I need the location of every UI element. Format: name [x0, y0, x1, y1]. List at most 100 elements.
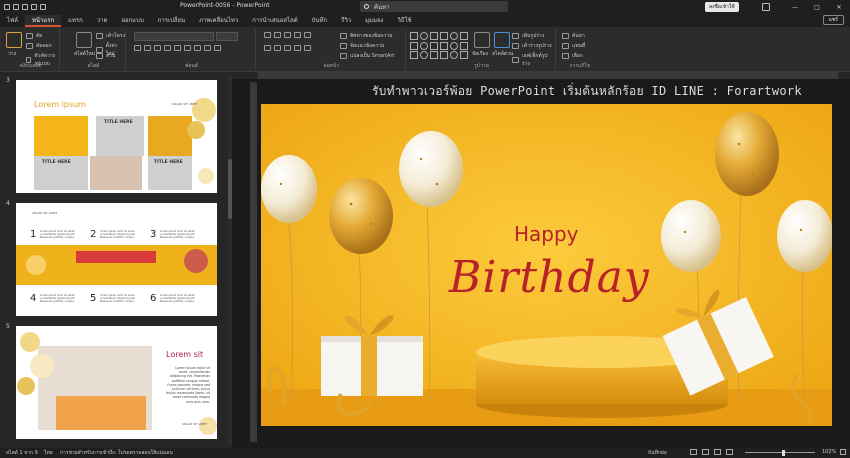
tab-6[interactable]: ภาพเคลื่อนไหว: [192, 15, 245, 27]
tab-0[interactable]: ไฟล์: [0, 15, 25, 27]
slide-sorter-icon[interactable]: [702, 449, 709, 455]
zoom-slider-thumb[interactable]: [782, 450, 785, 456]
shapes-gallery[interactable]: [410, 32, 472, 60]
tab-10[interactable]: มุมมอง: [358, 15, 390, 27]
undo-icon[interactable]: [22, 4, 28, 10]
align-left-icon[interactable]: [264, 45, 271, 51]
shape-fill-button[interactable]: เติมรูปร่าง: [512, 32, 544, 40]
shape-option[interactable]: [410, 51, 418, 60]
shape-option[interactable]: [420, 51, 428, 60]
tab-3[interactable]: วาด: [90, 15, 115, 27]
tab-5[interactable]: การเปลี่ยน: [151, 15, 192, 27]
align-text-button[interactable]: จัดแนวข้อความ: [340, 42, 384, 50]
cut-button[interactable]: ตัด: [26, 32, 43, 40]
shape-option[interactable]: [460, 32, 468, 40]
main-slide[interactable]: Happy Birthday: [261, 104, 832, 426]
share-button[interactable]: แชร์: [822, 15, 844, 25]
columns-icon[interactable]: [304, 45, 311, 51]
bullets-icon[interactable]: [264, 32, 271, 38]
justify-icon[interactable]: [294, 45, 301, 51]
section-button[interactable]: ส่วน: [96, 52, 115, 60]
shape-option[interactable]: [440, 51, 448, 60]
underline-icon[interactable]: [154, 45, 161, 51]
reading-view-icon[interactable]: [714, 449, 721, 455]
normal-view-icon[interactable]: [690, 449, 697, 455]
save-icon[interactable]: [13, 4, 19, 10]
accessibility-status[interactable]: การช่วยสำหรับการเข้าถึง: โปรดตรวจสอบให้แ…: [60, 449, 173, 457]
shape-option[interactable]: [460, 51, 468, 60]
slide-thumbnail-4[interactable]: SOLOR SIT AMET 1 2 3 4 5 6 Lorem ipsum d…: [16, 203, 217, 316]
line-spacing-icon[interactable]: [304, 32, 311, 38]
thumb4-num-2: 2: [90, 229, 97, 240]
slide-thumbnail-3[interactable]: Lorem ipsum SOLOR SIT AMET TITLE HERE TI…: [16, 80, 217, 193]
shape-option[interactable]: [440, 32, 448, 40]
shape-option[interactable]: [460, 41, 468, 50]
italic-icon[interactable]: [144, 45, 151, 51]
start-slideshow-icon[interactable]: [40, 4, 46, 10]
shape-option[interactable]: [450, 51, 458, 60]
thumb4-num-5: 5: [90, 293, 97, 304]
highlight-icon[interactable]: [204, 45, 211, 51]
new-slide-icon[interactable]: [76, 32, 92, 48]
shape-option[interactable]: [410, 41, 418, 50]
notes-button[interactable]: บันทึกย่อ: [648, 449, 667, 457]
shape-option[interactable]: [440, 41, 448, 50]
autosave-icon[interactable]: [4, 4, 10, 10]
layout-button[interactable]: เค้าโครง: [96, 32, 125, 40]
spacing-icon[interactable]: [184, 45, 191, 51]
shadow-icon[interactable]: [174, 45, 181, 51]
font-color-icon[interactable]: [214, 45, 221, 51]
close-button[interactable]: ✕: [828, 0, 850, 14]
tab-11[interactable]: วิธีใช้: [390, 15, 418, 27]
shape-option[interactable]: [450, 41, 458, 50]
tab-2[interactable]: แทรก: [61, 15, 90, 27]
zoom-slider[interactable]: [745, 452, 815, 453]
font-size-box[interactable]: [216, 32, 238, 41]
shape-option[interactable]: [420, 41, 428, 50]
tab-4[interactable]: ออกแบบ: [114, 15, 150, 27]
minimize-button[interactable]: —: [784, 0, 806, 14]
strikethrough-icon[interactable]: [164, 45, 171, 51]
thumb3-heading: Lorem ipsum: [34, 100, 86, 109]
font-name-box[interactable]: [134, 32, 214, 41]
numbering-icon[interactable]: [274, 32, 281, 38]
language-indicator[interactable]: ไทย: [44, 449, 53, 457]
ribbon-display-icon[interactable]: [762, 3, 770, 11]
shape-option[interactable]: [410, 32, 418, 40]
sign-in-button[interactable]: ลงชื่อเข้าใช้: [705, 2, 739, 12]
paste-icon[interactable]: [6, 32, 22, 48]
smartart-button[interactable]: แปลงเป็น SmartArt: [340, 52, 394, 60]
quick-styles-icon[interactable]: [494, 32, 510, 48]
search-box[interactable]: ค้นหา: [360, 1, 508, 12]
find-button[interactable]: ค้นหา: [562, 32, 585, 40]
case-icon[interactable]: [194, 45, 201, 51]
text-direction-button[interactable]: ทิศทางของข้อความ: [340, 32, 393, 40]
tab-7[interactable]: การนำเสนอสไลด์: [245, 15, 304, 27]
indent-decrease-icon[interactable]: [284, 32, 291, 38]
indent-increase-icon[interactable]: [294, 32, 301, 38]
fit-slide-icon[interactable]: [840, 449, 846, 455]
zoom-level[interactable]: 102%: [822, 449, 836, 455]
shape-option[interactable]: [450, 32, 458, 40]
tab-9[interactable]: รีวิว: [334, 15, 358, 27]
align-right-icon[interactable]: [284, 45, 291, 51]
arrange-icon[interactable]: [474, 32, 490, 48]
shape-outline-button[interactable]: เค้าร่างรูปร่าง: [512, 42, 552, 50]
birthday-text[interactable]: Birthday: [449, 252, 650, 303]
tab-1[interactable]: หน้าแรก: [24, 15, 62, 27]
shape-option[interactable]: [430, 51, 438, 60]
select-button[interactable]: เลือก: [562, 52, 583, 60]
tab-8[interactable]: บันทึก: [305, 15, 335, 27]
happy-text[interactable]: Happy: [514, 222, 579, 246]
shape-option[interactable]: [430, 41, 438, 50]
replace-button[interactable]: แทนที่: [562, 42, 585, 50]
shape-option[interactable]: [430, 32, 438, 40]
slideshow-icon[interactable]: [726, 449, 733, 455]
slide-thumbnail-5[interactable]: Lorem sit Lorem ipsum dolor sit amet, co…: [16, 326, 217, 439]
copy-button[interactable]: คัดลอก: [26, 42, 52, 50]
bold-icon[interactable]: [134, 45, 141, 51]
redo-icon[interactable]: [31, 4, 37, 10]
align-center-icon[interactable]: [274, 45, 281, 51]
maximize-button[interactable]: □: [806, 0, 828, 14]
shape-option[interactable]: [420, 32, 428, 40]
